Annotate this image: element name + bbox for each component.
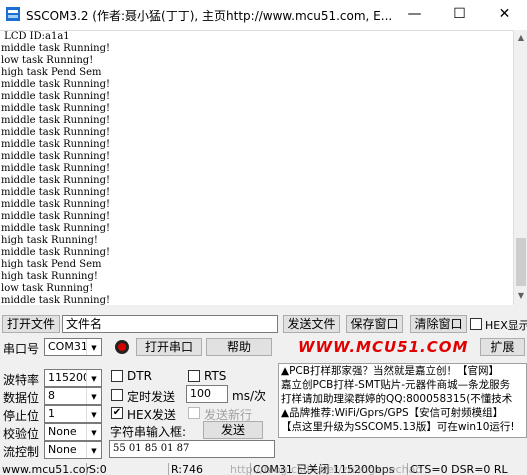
open-port-button[interactable]: 打开串口 <box>136 338 202 356</box>
receive-line: high task Pend Sem <box>1 259 102 270</box>
hex-display-checkbox[interactable] <box>470 318 482 330</box>
dtr-label: DTR <box>127 369 152 383</box>
chevron-down-icon: ▼ <box>86 406 101 422</box>
open-file-button[interactable]: 打开文件 <box>2 315 60 333</box>
chevron-down-icon: ▼ <box>86 424 101 440</box>
maximize-button[interactable]: ☐ <box>437 0 482 30</box>
receive-line: middle task Running! <box>1 163 111 174</box>
ad-line[interactable]: ▲PCB打样那家强？当然就是嘉立创！【官网】 <box>279 364 526 378</box>
receive-line: high task Running! <box>1 271 98 282</box>
receive-line: middle task Running! <box>1 43 111 54</box>
file-name-field[interactable]: 文件名 <box>62 315 278 333</box>
receive-line: low task Running! <box>1 55 94 66</box>
flow-select[interactable]: None ▼ <box>44 441 102 459</box>
receive-line: middle task Running! <box>1 103 111 114</box>
baud-select[interactable]: 115200 ▼ <box>44 369 102 387</box>
clear-window-button[interactable]: 清除窗口 <box>410 315 467 333</box>
send-file-button[interactable]: 发送文件 <box>283 315 340 333</box>
flow-label: 流控制 <box>3 445 40 459</box>
scroll-thumb[interactable] <box>516 238 526 286</box>
stopbits-select[interactable]: 1 ▼ <box>44 405 102 423</box>
status-bar: www.mcu51.cor S:0 R:746 COM31 已关闭 115200… <box>0 463 527 475</box>
ad-line[interactable]: ▲品牌推荐:WiFi/Gprs/GPS【安信可射频模组】 <box>279 406 526 420</box>
interval-input[interactable]: 100 <box>186 385 228 403</box>
databits-value: 8 <box>48 389 55 402</box>
chevron-down-icon: ▼ <box>86 370 101 386</box>
chevron-down-icon: ▼ <box>86 339 101 355</box>
baud-value: 115200 <box>48 371 90 384</box>
ad-line[interactable]: 嘉立创PCB打样-SMT贴片-元器件商城—条龙服务 <box>279 378 526 392</box>
timed-send-checkbox[interactable] <box>111 389 123 401</box>
website-link[interactable]: WWW.MCU51.COM <box>298 338 468 356</box>
receive-line: LCD ID:a1a1 <box>1 31 70 42</box>
flow-value: None <box>48 443 77 456</box>
rts-label: RTS <box>204 369 227 383</box>
receive-line: middle task Running! <box>1 115 111 126</box>
receive-line: middle task Running! <box>1 295 111 305</box>
send-newline-checkbox[interactable] <box>188 407 200 419</box>
save-window-button[interactable]: 保存窗口 <box>346 315 403 333</box>
receive-line: middle task Running! <box>1 91 111 102</box>
receive-text: LCD ID:a1a1 middle task Running! low task … <box>1 31 110 305</box>
receive-line: middle task Running! <box>1 127 111 138</box>
hex-send-checkbox[interactable]: ✔ <box>111 407 123 419</box>
receive-area[interactable]: LCD ID:a1a1 middle task Running! low task … <box>0 30 513 305</box>
ad-panel[interactable]: ▲PCB打样那家强？当然就是嘉立创！【官网】 嘉立创PCB打样-SMT贴片-元器… <box>278 363 527 438</box>
port-select[interactable]: COM31 ▼ <box>44 338 102 356</box>
receive-line: low task Running! <box>1 283 94 294</box>
stopbits-label: 停止位 <box>3 409 40 423</box>
receive-line: middle task Running! <box>1 199 111 210</box>
port-value: COM31 <box>48 340 88 353</box>
receive-line: middle task Running! <box>1 223 111 234</box>
help-button[interactable]: 帮助 <box>206 338 272 356</box>
port-label: 串口号 <box>3 342 40 356</box>
receive-line: middle task Running! <box>1 139 111 150</box>
status-received: R:746 <box>168 463 203 475</box>
receive-line: middle task Running! <box>1 247 111 258</box>
parity-value: None <box>48 425 77 438</box>
databits-select[interactable]: 8 ▼ <box>44 387 102 405</box>
ad-line[interactable]: 打样请加助理梁群婷的QQ:800058315(不懂技术 <box>279 392 526 406</box>
rts-checkbox[interactable] <box>188 370 200 382</box>
scroll-down-icon[interactable]: ▼ <box>514 288 527 304</box>
ad-line[interactable]: 【点这里升级为SSCOM5.13版】可在win10运行! <box>279 420 526 434</box>
vertical-scrollbar[interactable]: ▲ ▼ <box>513 30 527 304</box>
receive-line: middle task Running! <box>1 211 111 222</box>
receive-line: middle task Running! <box>1 187 111 198</box>
hex-display-label: HEX显示 <box>485 319 527 332</box>
chevron-down-icon: ▼ <box>86 388 101 404</box>
databits-label: 数据位 <box>3 391 40 405</box>
title-bar: SSCOM3.2 (作者:聂小猛(丁丁), 主页http://www.mcu51… <box>0 0 527 30</box>
hex-send-label: HEX发送 <box>127 408 176 422</box>
send-button[interactable]: 发送 <box>203 421 263 439</box>
app-icon <box>6 7 20 21</box>
receive-line: high task Running! <box>1 235 98 246</box>
dtr-checkbox[interactable] <box>111 370 123 382</box>
stopbits-value: 1 <box>48 407 55 420</box>
send-input[interactable]: 55 01 85 01 87 <box>109 440 275 458</box>
parity-select[interactable]: None ▼ <box>44 423 102 441</box>
close-button[interactable]: ✕ <box>482 0 527 30</box>
receive-line: high task Pend Sem <box>1 67 102 78</box>
port-status-icon <box>115 340 129 354</box>
input-label: 字符串输入框: <box>110 425 187 439</box>
receive-line: middle task Running! <box>1 175 111 186</box>
receive-line: middle task Running! <box>1 79 111 90</box>
scroll-up-icon[interactable]: ▲ <box>514 30 527 46</box>
parity-label: 校验位 <box>3 427 40 441</box>
chevron-down-icon: ▼ <box>86 442 101 458</box>
interval-unit: ms/次 <box>232 389 266 403</box>
receive-line: middle task Running! <box>1 151 111 162</box>
watermark: http://blog.csdn.net/zhangxuechao_ <box>230 463 428 475</box>
timed-send-label: 定时发送 <box>127 390 176 404</box>
window-title: SSCOM3.2 (作者:聂小猛(丁丁), 主页http://www.mcu51… <box>26 9 393 23</box>
status-sent: S:0 <box>86 463 107 475</box>
baud-label: 波特率 <box>3 373 40 387</box>
minimize-button[interactable]: — <box>392 0 437 30</box>
expand-button[interactable]: 扩展 <box>480 338 525 356</box>
status-site: www.mcu51.cor <box>2 463 91 475</box>
